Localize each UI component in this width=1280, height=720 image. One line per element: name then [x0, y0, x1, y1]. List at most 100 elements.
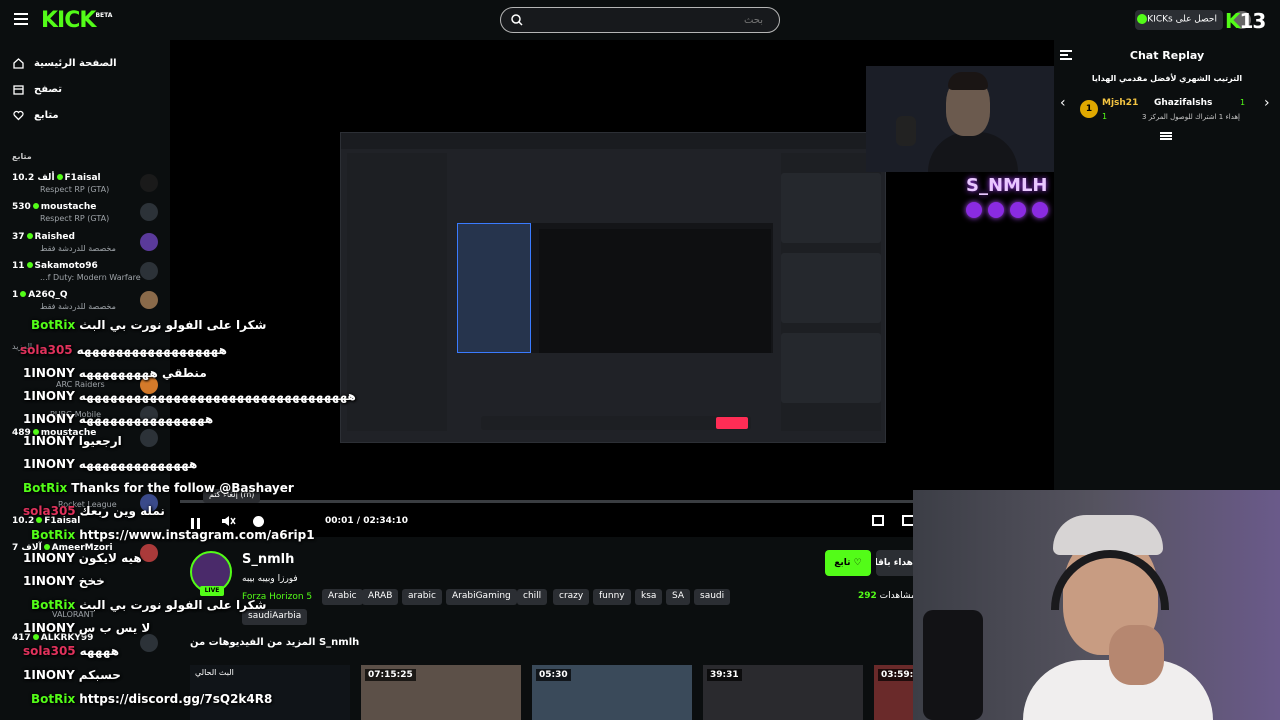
following-heading: متابع: [12, 152, 32, 161]
chat-message: BotRix شكرا على الفولو نورت بي البث: [31, 598, 266, 612]
tag[interactable]: chill: [517, 589, 548, 605]
follow-button[interactable]: تابع ♡: [825, 550, 871, 576]
followed-channel[interactable]: 530 moustache Respect RP (GTA): [0, 199, 170, 227]
top-bar: KICKBETA احصل على KICKs K13: [0, 0, 1280, 40]
kick-logo[interactable]: KICKBETA: [41, 8, 112, 33]
leaderboard-value: 1: [1102, 112, 1108, 121]
social-icon: [1032, 202, 1048, 218]
chat-username[interactable]: 1INONY: [23, 457, 75, 471]
channel-avatar: [140, 291, 158, 309]
expand-leaderboard-icon[interactable]: [1160, 132, 1172, 140]
chat-username[interactable]: 1INONY: [23, 412, 75, 426]
mute-icon[interactable]: [220, 514, 236, 528]
chat-username[interactable]: 1INONY: [23, 621, 75, 635]
followed-channel[interactable]: 11 Sakamoto96 ...f Duty: Modern Warfare: [0, 258, 170, 286]
kicks-balance: K13: [1225, 9, 1266, 33]
nav-home[interactable]: الصفحة الرئيسية: [0, 52, 170, 76]
pause-button[interactable]: [191, 514, 205, 529]
chat-username[interactable]: sola305: [23, 644, 76, 658]
stream-title: فورزا وبيبه بيبه: [242, 574, 298, 584]
chat-username[interactable]: 1INONY: [23, 366, 75, 380]
chevron-left-icon[interactable]: ‹: [1060, 96, 1070, 110]
menu-icon[interactable]: [14, 13, 28, 25]
chat-message: 1INONY ههههههههههههههههه: [23, 412, 213, 426]
social-icons: [966, 202, 1056, 218]
rank-badge: 1: [1080, 100, 1098, 118]
chat-username[interactable]: BotRix: [31, 692, 75, 706]
video-thumbnail[interactable]: 05:30: [532, 665, 692, 720]
chat-text: ههههه: [79, 644, 120, 658]
chat-username[interactable]: 1INONY: [23, 668, 75, 682]
chat-text: حسبكم: [78, 668, 121, 682]
chevron-right-icon[interactable]: ›: [1264, 96, 1274, 110]
followed-channel[interactable]: 10.2 ألف F1aisal Respect RP (GTA): [0, 170, 170, 198]
video-thumbnail[interactable]: 07:15:25: [361, 665, 521, 720]
chat-message: BotRix https://discord.gg/7sQ2k4R8: [31, 692, 272, 706]
tag[interactable]: arabic: [402, 589, 442, 605]
fullscreen-icon[interactable]: [872, 515, 884, 526]
video-thumbnail[interactable]: 39:31: [703, 665, 863, 720]
tag[interactable]: ksa: [635, 589, 663, 605]
gift-subs-button[interactable]: إهداء باقات: [876, 550, 916, 576]
video-thumbnail[interactable]: 03:59:4: [874, 665, 914, 720]
chat-username[interactable]: 1INONY: [23, 434, 75, 448]
followed-channel[interactable]: 1 A26Q_Q مخصصة للدردشة فقط: [0, 287, 170, 315]
chat-username[interactable]: sola305: [20, 343, 73, 357]
live-badge: LIVE: [200, 586, 224, 596]
chat-message: BotRix Thanks for the follow @Bashayer: [23, 481, 294, 495]
chat-message: 1INONY ههههههههههههههه: [23, 457, 197, 471]
tag[interactable]: crazy: [553, 589, 590, 605]
channel-avatar: [140, 429, 158, 447]
followed-channel[interactable]: 37 Raished مخصصة للدردشة فقط: [0, 229, 170, 257]
chat-username[interactable]: 1INONY: [23, 551, 75, 565]
social-icon: [1010, 202, 1026, 218]
chat-username[interactable]: sola305: [23, 504, 76, 518]
social-icon: [988, 202, 1004, 218]
chat-text: ههههههههههههههههههههههههههههههههههه: [78, 389, 356, 403]
chat-username[interactable]: BotRix: [31, 598, 75, 612]
chat-username[interactable]: BotRix: [23, 481, 67, 495]
search-icon: [511, 14, 523, 26]
beta-badge: BETA: [95, 12, 113, 19]
chat-text: Thanks for the follow @Bashayer: [71, 481, 294, 495]
tag[interactable]: ARAB: [362, 589, 399, 605]
tag[interactable]: funny: [593, 589, 631, 605]
tag[interactable]: Arabic: [322, 589, 363, 605]
chat-message: 1INONY لا يس ب س: [23, 621, 150, 635]
chat-text: https://www.instagram.com/a6rip1: [79, 528, 315, 542]
chat-message: 1INONY حسبكم: [23, 668, 121, 682]
channel-avatar: [140, 233, 158, 251]
leaderboard-user[interactable]: Mjsh21: [1102, 98, 1138, 108]
nav-browse[interactable]: تصفح: [0, 78, 170, 102]
social-icon: [966, 202, 982, 218]
time-display: 00:01 / 02:34:10: [325, 516, 409, 526]
chat-username[interactable]: BotRix: [31, 528, 75, 542]
tag[interactable]: saudi: [694, 589, 731, 605]
nav-following[interactable]: متابع: [0, 104, 170, 128]
channel-avatar: [140, 634, 158, 652]
chat-message: 1INONY خخخ: [23, 574, 105, 588]
chat-text: خخخ: [78, 574, 105, 588]
tag[interactable]: SA: [666, 589, 691, 605]
leaderboard-user[interactable]: Ghazifalshs: [1154, 98, 1212, 108]
chat-replay-panel: Chat Replay الترتيب الشهري لأفضل مقدمي ا…: [1054, 40, 1280, 490]
stream-brand-name: S_NMLH: [966, 175, 1048, 196]
channel-name[interactable]: S_nmlh: [242, 552, 294, 567]
streamer-camera: [866, 66, 1054, 172]
chat-username[interactable]: 1INONY: [23, 389, 75, 403]
chat-username[interactable]: BotRix: [31, 318, 75, 332]
chat-username[interactable]: 1INONY: [23, 574, 75, 588]
search-input[interactable]: [523, 11, 763, 29]
search-bar[interactable]: [500, 7, 780, 33]
chat-text: شكرا على الفولو نورت بي البث: [79, 598, 267, 612]
tag[interactable]: ArabiGaming: [446, 589, 517, 605]
more-videos-heading: المزيد من الفيديوهات من S_nmlh: [190, 637, 360, 648]
leaderboard-note: إهداء 1 اشتراك للوصول المركز 3: [1142, 113, 1241, 121]
get-kicks-button[interactable]: احصل على KICKs: [1135, 10, 1223, 30]
chat-message: sola305 ههههههههههههههههههه: [20, 343, 227, 357]
volume-slider[interactable]: [253, 516, 264, 527]
channel-avatar[interactable]: LIVE: [190, 551, 232, 596]
progress-bar[interactable]: [180, 500, 914, 503]
chat-text: نمله وين ربعك: [79, 504, 165, 518]
video-player[interactable]: S_NMLH: [170, 40, 1054, 537]
